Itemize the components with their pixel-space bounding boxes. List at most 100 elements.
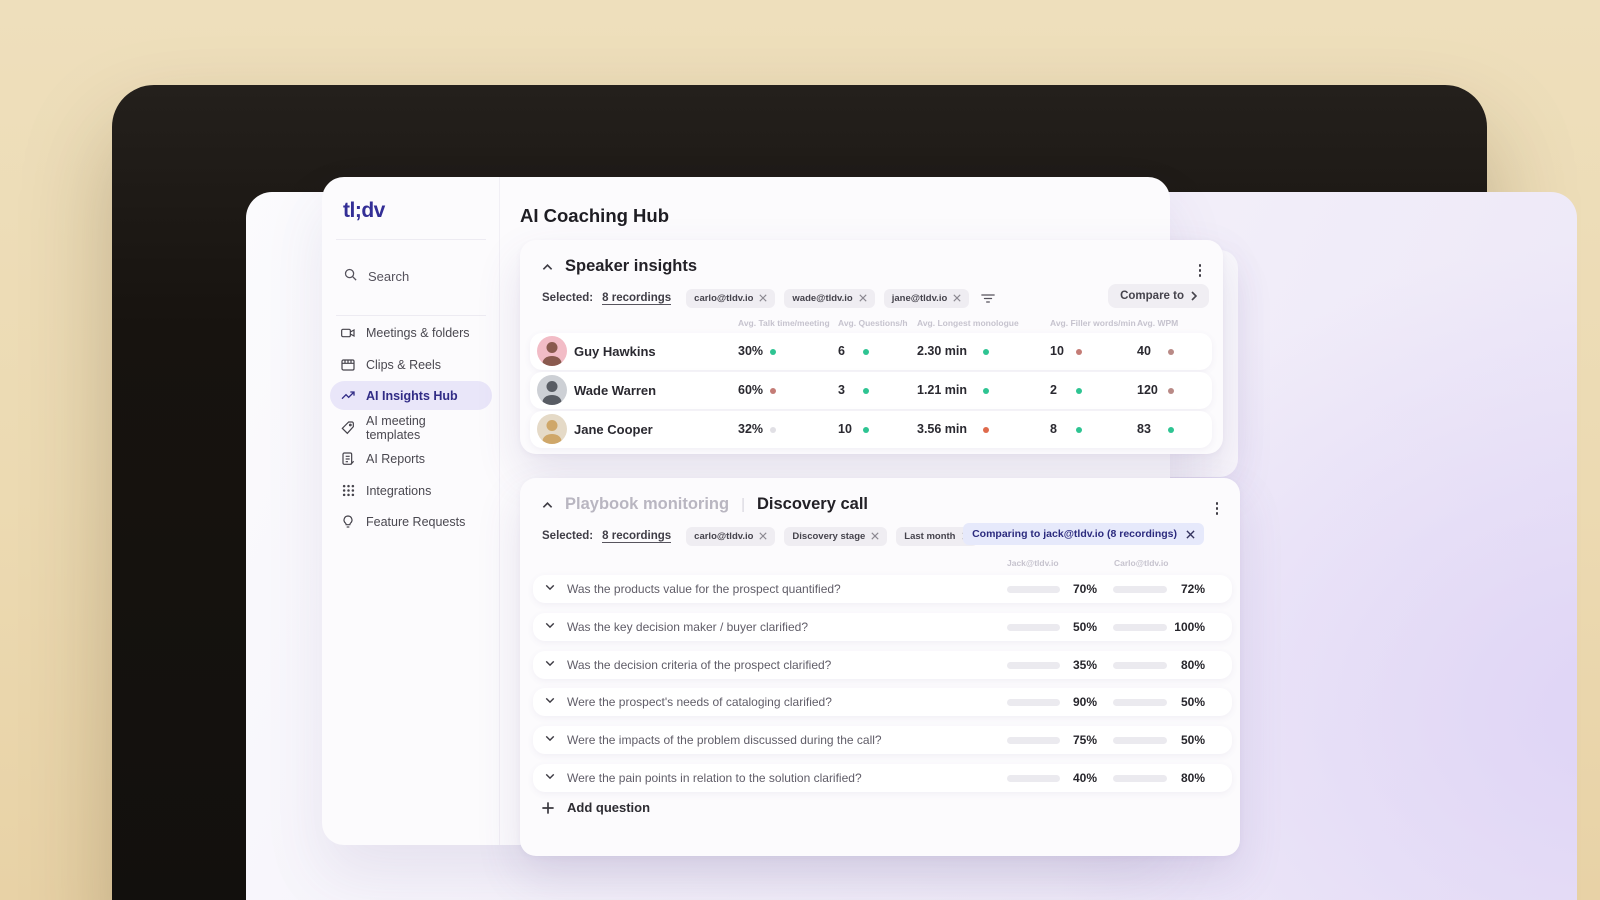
search-button[interactable]: Search [343,267,409,285]
sidebar-item-label: Clips & Reels [366,357,442,372]
filter-funnel-icon[interactable] [981,293,996,304]
question-text: Was the decision criteria of the prospec… [567,658,832,672]
marketing-background: tl;dv Search Meetings & folders Clips & … [0,0,1600,900]
trend-line-icon [340,388,356,404]
percent-value: 50% [1180,695,1205,709]
status-dot [770,387,776,394]
chevron-down-icon[interactable] [545,697,555,704]
progress-bar-jack [1007,736,1060,744]
percent-value: 80% [1180,771,1205,785]
metric-value: 8 [1050,422,1057,436]
selected-label: Selected: [542,292,594,304]
avatar [537,336,567,366]
column-header: Avg. Longest monologue [917,318,1019,328]
close-icon [871,532,879,540]
metric-value: 30% [738,344,764,358]
report-doc-icon [340,451,356,467]
filter-chip[interactable]: Discovery stage [784,526,888,546]
percent-value: 75% [1072,733,1097,747]
metric-value: 3 [838,383,845,397]
sidebar-item-feature-requests[interactable]: Feature Requests [330,507,492,536]
title-separator: | [741,496,745,513]
filter-chip[interactable]: carlo@tldv.io [686,288,776,308]
question-row[interactable]: Were the impacts of the problem discusse… [533,726,1232,754]
percent-value: 80% [1180,658,1205,672]
status-dot [983,348,989,355]
compare-to-button[interactable]: Compare to [1108,284,1209,308]
question-text: Were the pain points in relation to the … [567,771,862,785]
chevron-down-icon[interactable] [545,584,555,591]
percent-value: 50% [1072,620,1097,634]
chevron-down-icon[interactable] [545,660,555,667]
filter-chip[interactable]: wade@tldv.io [784,288,875,308]
lightbulb-icon [340,514,356,530]
sidebar-item-integrations[interactable]: Integrations [330,476,492,505]
chip-label: Last month [904,530,956,542]
tldv-logo: tl;dv [343,199,385,222]
speaker-row[interactable]: Guy Hawkins 30% 6 2.30 min 10 40 [530,333,1212,370]
question-text: Was the key decision maker / buyer clari… [567,620,808,634]
metric-value: 3.56 min [917,422,968,436]
chevron-down-icon[interactable] [545,735,555,742]
progress-bar-carlo [1113,736,1167,744]
sidebar-item-ai-insights-hub[interactable]: AI Insights Hub [330,381,492,410]
status-dot [983,426,989,433]
metric-value: 6 [838,344,845,358]
sidebar-item-label: AI Insights Hub [366,388,458,403]
comparing-to-label: Comparing to jack@tldv.io (8 recordings) [972,528,1177,540]
status-dot [863,426,869,433]
progress-bar-carlo [1113,698,1167,706]
speaker-row[interactable]: Jane Cooper 32% 10 3.56 min 8 83 [530,411,1212,448]
playbook-filter-row: Selected: 8 recordings carlo@tldv.io Dis… [542,525,1004,547]
status-dot [1168,348,1174,355]
question-row[interactable]: Was the key decision maker / buyer clari… [533,613,1232,641]
close-icon [859,294,867,302]
search-icon [343,267,358,285]
divider [336,239,486,240]
panel-title: Discovery call [757,495,868,513]
sidebar: tl;dv Search Meetings & folders Clips & … [322,177,500,845]
sidebar-item-ai-meeting-templates[interactable]: AI meeting templates [330,413,492,442]
avatar [537,414,567,444]
chip-label: Discovery stage [792,530,866,542]
divider [336,315,486,316]
sidebar-item-meetings-folders[interactable]: Meetings & folders [330,318,492,347]
add-question-label: Add question [567,800,651,815]
speaker-row[interactable]: Wade Warren 60% 3 1.21 min 2 120 [530,372,1212,409]
grid-dots-icon [340,483,356,498]
chip-label: carlo@tldv.io [694,530,754,542]
add-question-button[interactable]: Add question [542,800,650,815]
sidebar-item-clips-reels[interactable]: Clips & Reels [330,350,492,379]
collapse-chevron-icon[interactable] [542,501,553,509]
percent-value: 70% [1072,582,1097,596]
template-tag-icon [340,420,356,436]
status-dot [1076,426,1082,433]
compare-to-label: Compare to [1120,290,1184,302]
collapse-chevron-icon[interactable] [542,263,553,271]
kebab-menu-icon[interactable] [1195,260,1206,281]
question-row[interactable]: Were the pain points in relation to the … [533,764,1232,792]
selected-recordings-link[interactable]: 8 recordings [602,292,672,305]
status-dot [863,387,869,394]
comparing-to-chip[interactable]: Comparing to jack@tldv.io (8 recordings) [963,523,1204,545]
sidebar-item-ai-reports[interactable]: AI Reports [330,444,492,473]
column-header: Avg. Filler words/min [1050,318,1136,328]
chevron-down-icon[interactable] [545,773,555,780]
panel-title: Speaker insights [565,257,698,275]
status-dot [1168,426,1174,433]
chevron-right-icon [1191,291,1197,301]
metric-value: 120 [1137,383,1158,397]
filter-chip[interactable]: carlo@tldv.io [686,526,776,546]
question-row[interactable]: Was the decision criteria of the prospec… [533,651,1232,679]
chip-label: jane@tldv.io [891,292,948,304]
question-row[interactable]: Were the prospect's needs of cataloging … [533,688,1232,716]
chevron-down-icon[interactable] [545,622,555,629]
search-label: Search [368,268,410,284]
status-dot [770,426,776,433]
selected-recordings-link[interactable]: 8 recordings [602,530,672,543]
question-row[interactable]: Was the products value for the prospect … [533,575,1232,603]
kebab-menu-icon[interactable] [1212,498,1223,519]
filter-chip[interactable]: jane@tldv.io [883,288,970,308]
metric-value: 60% [738,383,764,397]
percent-value: 40% [1072,771,1097,785]
